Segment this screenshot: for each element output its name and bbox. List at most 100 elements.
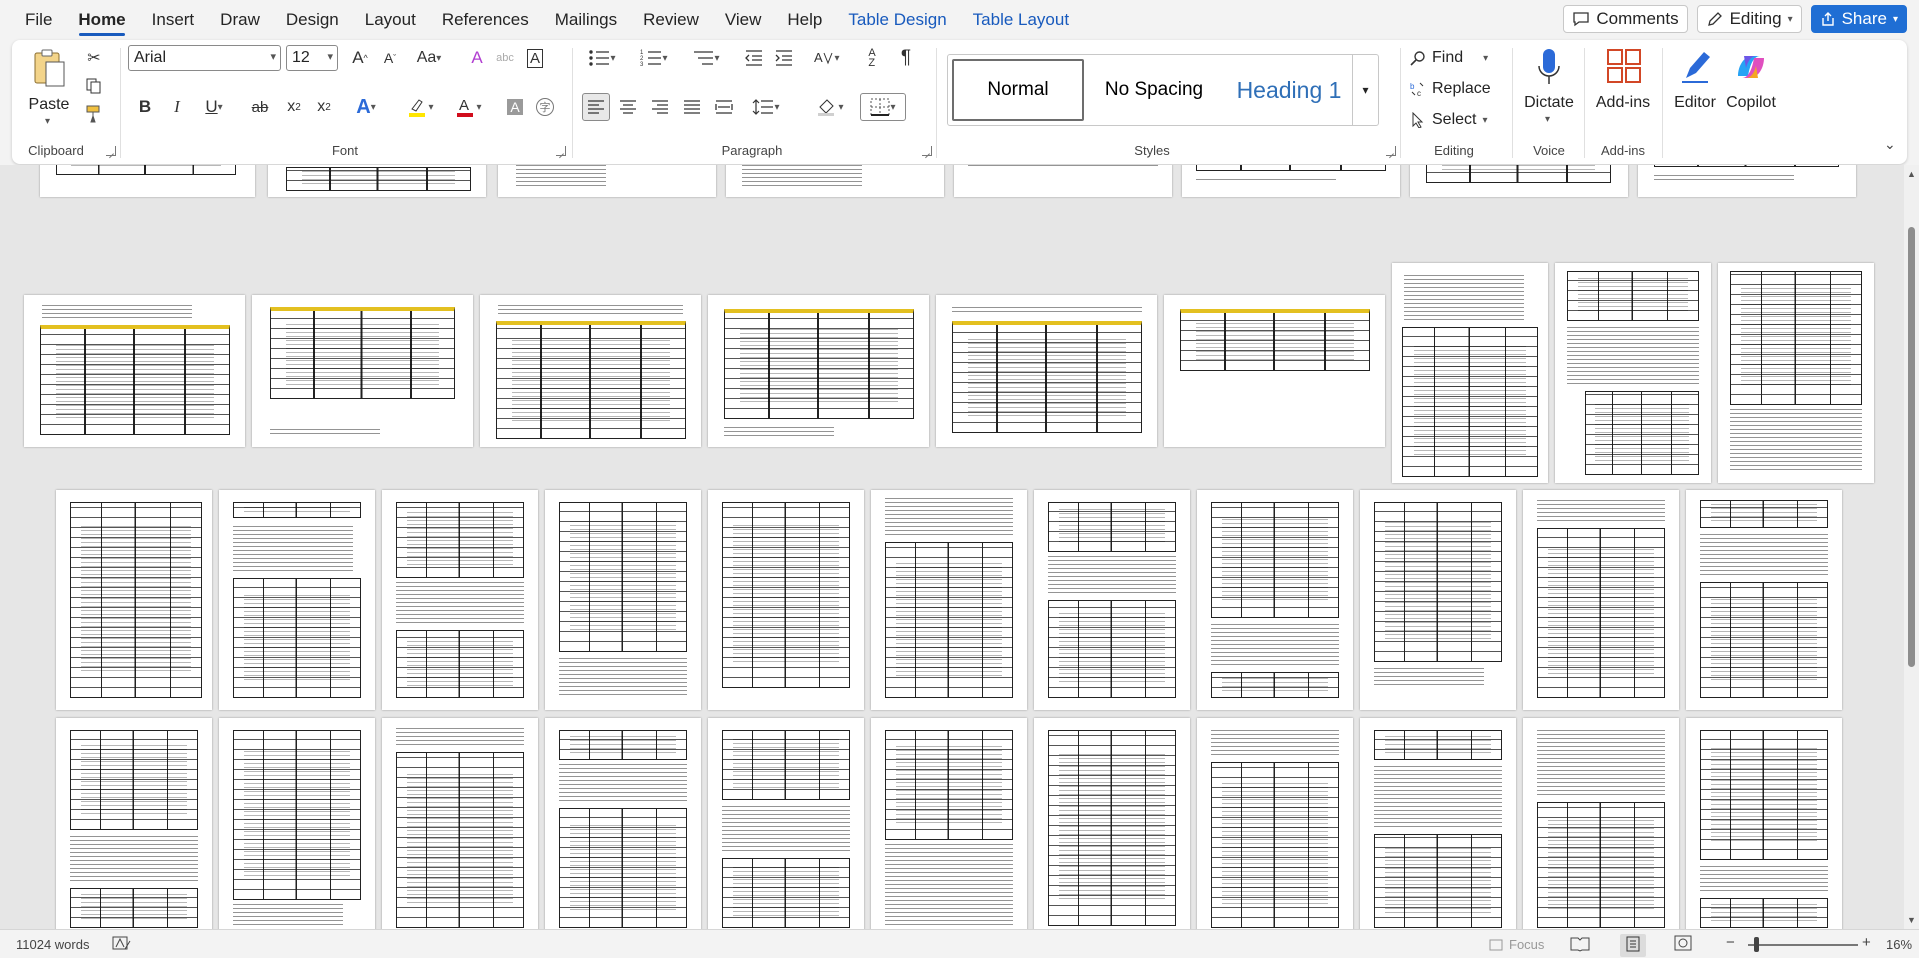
replace-label: Replace — [1432, 80, 1491, 97]
increase-indent-icon[interactable] — [770, 46, 798, 70]
cut-icon[interactable]: ✂ — [82, 46, 106, 70]
shading-icon[interactable]: ▾ — [808, 93, 852, 121]
tab-draw[interactable]: Draw — [207, 0, 273, 38]
pencil-icon — [1707, 12, 1722, 26]
collapse-ribbon-icon[interactable]: ⌄ — [1884, 136, 1896, 153]
proofing-icon[interactable] — [112, 935, 132, 956]
tab-mailings[interactable]: Mailings — [542, 0, 630, 38]
scroll-up-icon[interactable]: ▲ — [1907, 169, 1916, 179]
select-button[interactable]: Select ▾ — [1410, 108, 1500, 132]
scrollbar-thumb[interactable] — [1908, 227, 1915, 667]
tab-references[interactable]: References — [429, 0, 542, 38]
subscript-icon[interactable]: x2 — [280, 94, 308, 120]
document-canvas[interactable] — [0, 165, 1904, 929]
print-layout-icon[interactable] — [1620, 934, 1646, 957]
tab-layout[interactable]: Layout — [352, 0, 429, 38]
multilevel-list-icon[interactable]: ▾ — [684, 46, 728, 70]
zoom-level[interactable]: 16% — [1886, 937, 1912, 952]
styles-gallery-more-icon[interactable]: ▾ — [1352, 55, 1378, 125]
tab-table-design[interactable]: Table Design — [835, 0, 959, 38]
zoom-slider-track[interactable] — [1748, 944, 1858, 946]
zoom-slider-thumb[interactable] — [1754, 937, 1759, 952]
tab-design[interactable]: Design — [273, 0, 352, 38]
align-right-icon[interactable] — [646, 93, 674, 121]
tab-table-layout[interactable]: Table Layout — [960, 0, 1082, 38]
clear-formatting-icon[interactable]: A — [464, 46, 490, 70]
editor-pen-icon — [1682, 52, 1710, 83]
format-painter-icon[interactable] — [82, 102, 106, 126]
style-no-spacing[interactable]: No Spacing — [1088, 59, 1220, 121]
paste-button[interactable]: Paste ▾ — [24, 44, 74, 130]
text-effects-icon[interactable]: A ▾ — [346, 94, 386, 120]
vertical-scrollbar[interactable]: ▲ ▼ — [1904, 165, 1919, 929]
page-thumbnail — [1718, 263, 1874, 483]
tab-home[interactable]: Home — [65, 0, 138, 38]
shrink-font-icon[interactable]: Aˇ — [376, 46, 404, 70]
highlight-icon[interactable]: ▾ — [398, 94, 442, 120]
asian-layout-icon[interactable]: A ▾ — [804, 46, 848, 70]
editor-button[interactable]: Editor — [1668, 44, 1722, 134]
word-count[interactable]: 11024 words — [16, 937, 89, 952]
italic-icon[interactable]: I — [164, 94, 190, 120]
tab-help[interactable]: Help — [774, 0, 835, 38]
add-ins-button[interactable]: Add-ins — [1590, 44, 1656, 134]
font-size-combo[interactable]: 12 ▾ — [286, 45, 338, 71]
dictate-button[interactable]: Dictate ▾ — [1520, 44, 1578, 134]
page-thumbnail — [268, 165, 486, 197]
tab-view[interactable]: View — [712, 0, 775, 38]
svg-text:c: c — [1417, 89, 1421, 97]
decrease-indent-icon[interactable] — [740, 46, 768, 70]
page-thumbnail — [936, 295, 1157, 447]
superscript-icon[interactable]: x2 — [310, 94, 338, 120]
font-name-combo[interactable]: Arial ▾ — [128, 45, 281, 71]
tab-review[interactable]: Review — [630, 0, 712, 38]
show-formatting-marks-icon[interactable]: ¶ — [892, 46, 920, 70]
copy-icon[interactable] — [82, 74, 106, 98]
font-launcher-icon[interactable] — [556, 146, 566, 156]
web-layout-icon[interactable] — [1674, 935, 1692, 954]
comments-button[interactable]: Comments — [1563, 5, 1688, 33]
borders-icon[interactable]: ▾ — [860, 93, 906, 121]
scroll-down-icon[interactable]: ▼ — [1907, 915, 1916, 925]
chevron-down-icon: ▾ — [1483, 52, 1489, 64]
bold-icon[interactable]: B — [132, 94, 158, 120]
page-thumbnail — [56, 490, 212, 710]
copilot-button[interactable]: Copilot — [1722, 44, 1780, 134]
style-heading-1[interactable]: Heading 1 — [1224, 59, 1354, 121]
zoom-in-icon[interactable]: + — [1862, 934, 1871, 951]
replace-button[interactable]: bc Replace — [1410, 77, 1500, 101]
grow-font-icon[interactable]: A ^ — [346, 46, 374, 70]
font-color-icon[interactable]: A ▾ — [446, 94, 490, 120]
phonetic-guide-icon[interactable]: abc — [492, 46, 518, 70]
underline-icon[interactable]: U ▾ — [196, 94, 232, 120]
page-thumbnail — [545, 490, 701, 710]
focus-button[interactable]: Focus — [1488, 937, 1544, 952]
tab-insert[interactable]: Insert — [139, 0, 208, 38]
editing-mode-button[interactable]: Editing ▾ — [1696, 5, 1802, 33]
bullets-icon[interactable]: ▾ — [580, 46, 624, 70]
zoom-out-icon[interactable]: − — [1726, 934, 1735, 951]
sort-icon[interactable]: AZ — [858, 46, 886, 70]
page-thumbnail — [954, 165, 1172, 197]
page-thumbnail — [708, 718, 864, 929]
tab-file[interactable]: File — [0, 0, 65, 38]
line-spacing-icon[interactable]: ▾ — [744, 93, 788, 121]
justify-icon[interactable] — [678, 93, 706, 121]
clipboard-launcher-icon[interactable] — [106, 146, 116, 156]
character-shading-icon[interactable]: A — [502, 94, 528, 120]
paragraph-launcher-icon[interactable] — [922, 146, 932, 156]
strikethrough-icon[interactable]: ab — [246, 94, 274, 120]
distributed-icon[interactable] — [710, 93, 738, 121]
character-border-icon[interactable]: A — [522, 46, 548, 70]
align-center-icon[interactable] — [614, 93, 642, 121]
find-button[interactable]: Find ▾ — [1410, 46, 1500, 70]
chevron-down-icon: ▾ — [1787, 13, 1793, 25]
share-button[interactable]: Share ▾ — [1810, 5, 1907, 33]
numbering-icon[interactable]: 1 2 3 ▾ — [632, 46, 676, 70]
align-left-icon[interactable] — [582, 93, 610, 121]
change-case-icon[interactable]: Aa ▾ — [410, 46, 448, 70]
styles-launcher-icon[interactable] — [1386, 146, 1396, 156]
read-mode-icon[interactable] — [1570, 936, 1590, 955]
enclose-characters-icon[interactable]: 字 — [532, 94, 558, 120]
style-normal[interactable]: Normal — [952, 59, 1084, 121]
